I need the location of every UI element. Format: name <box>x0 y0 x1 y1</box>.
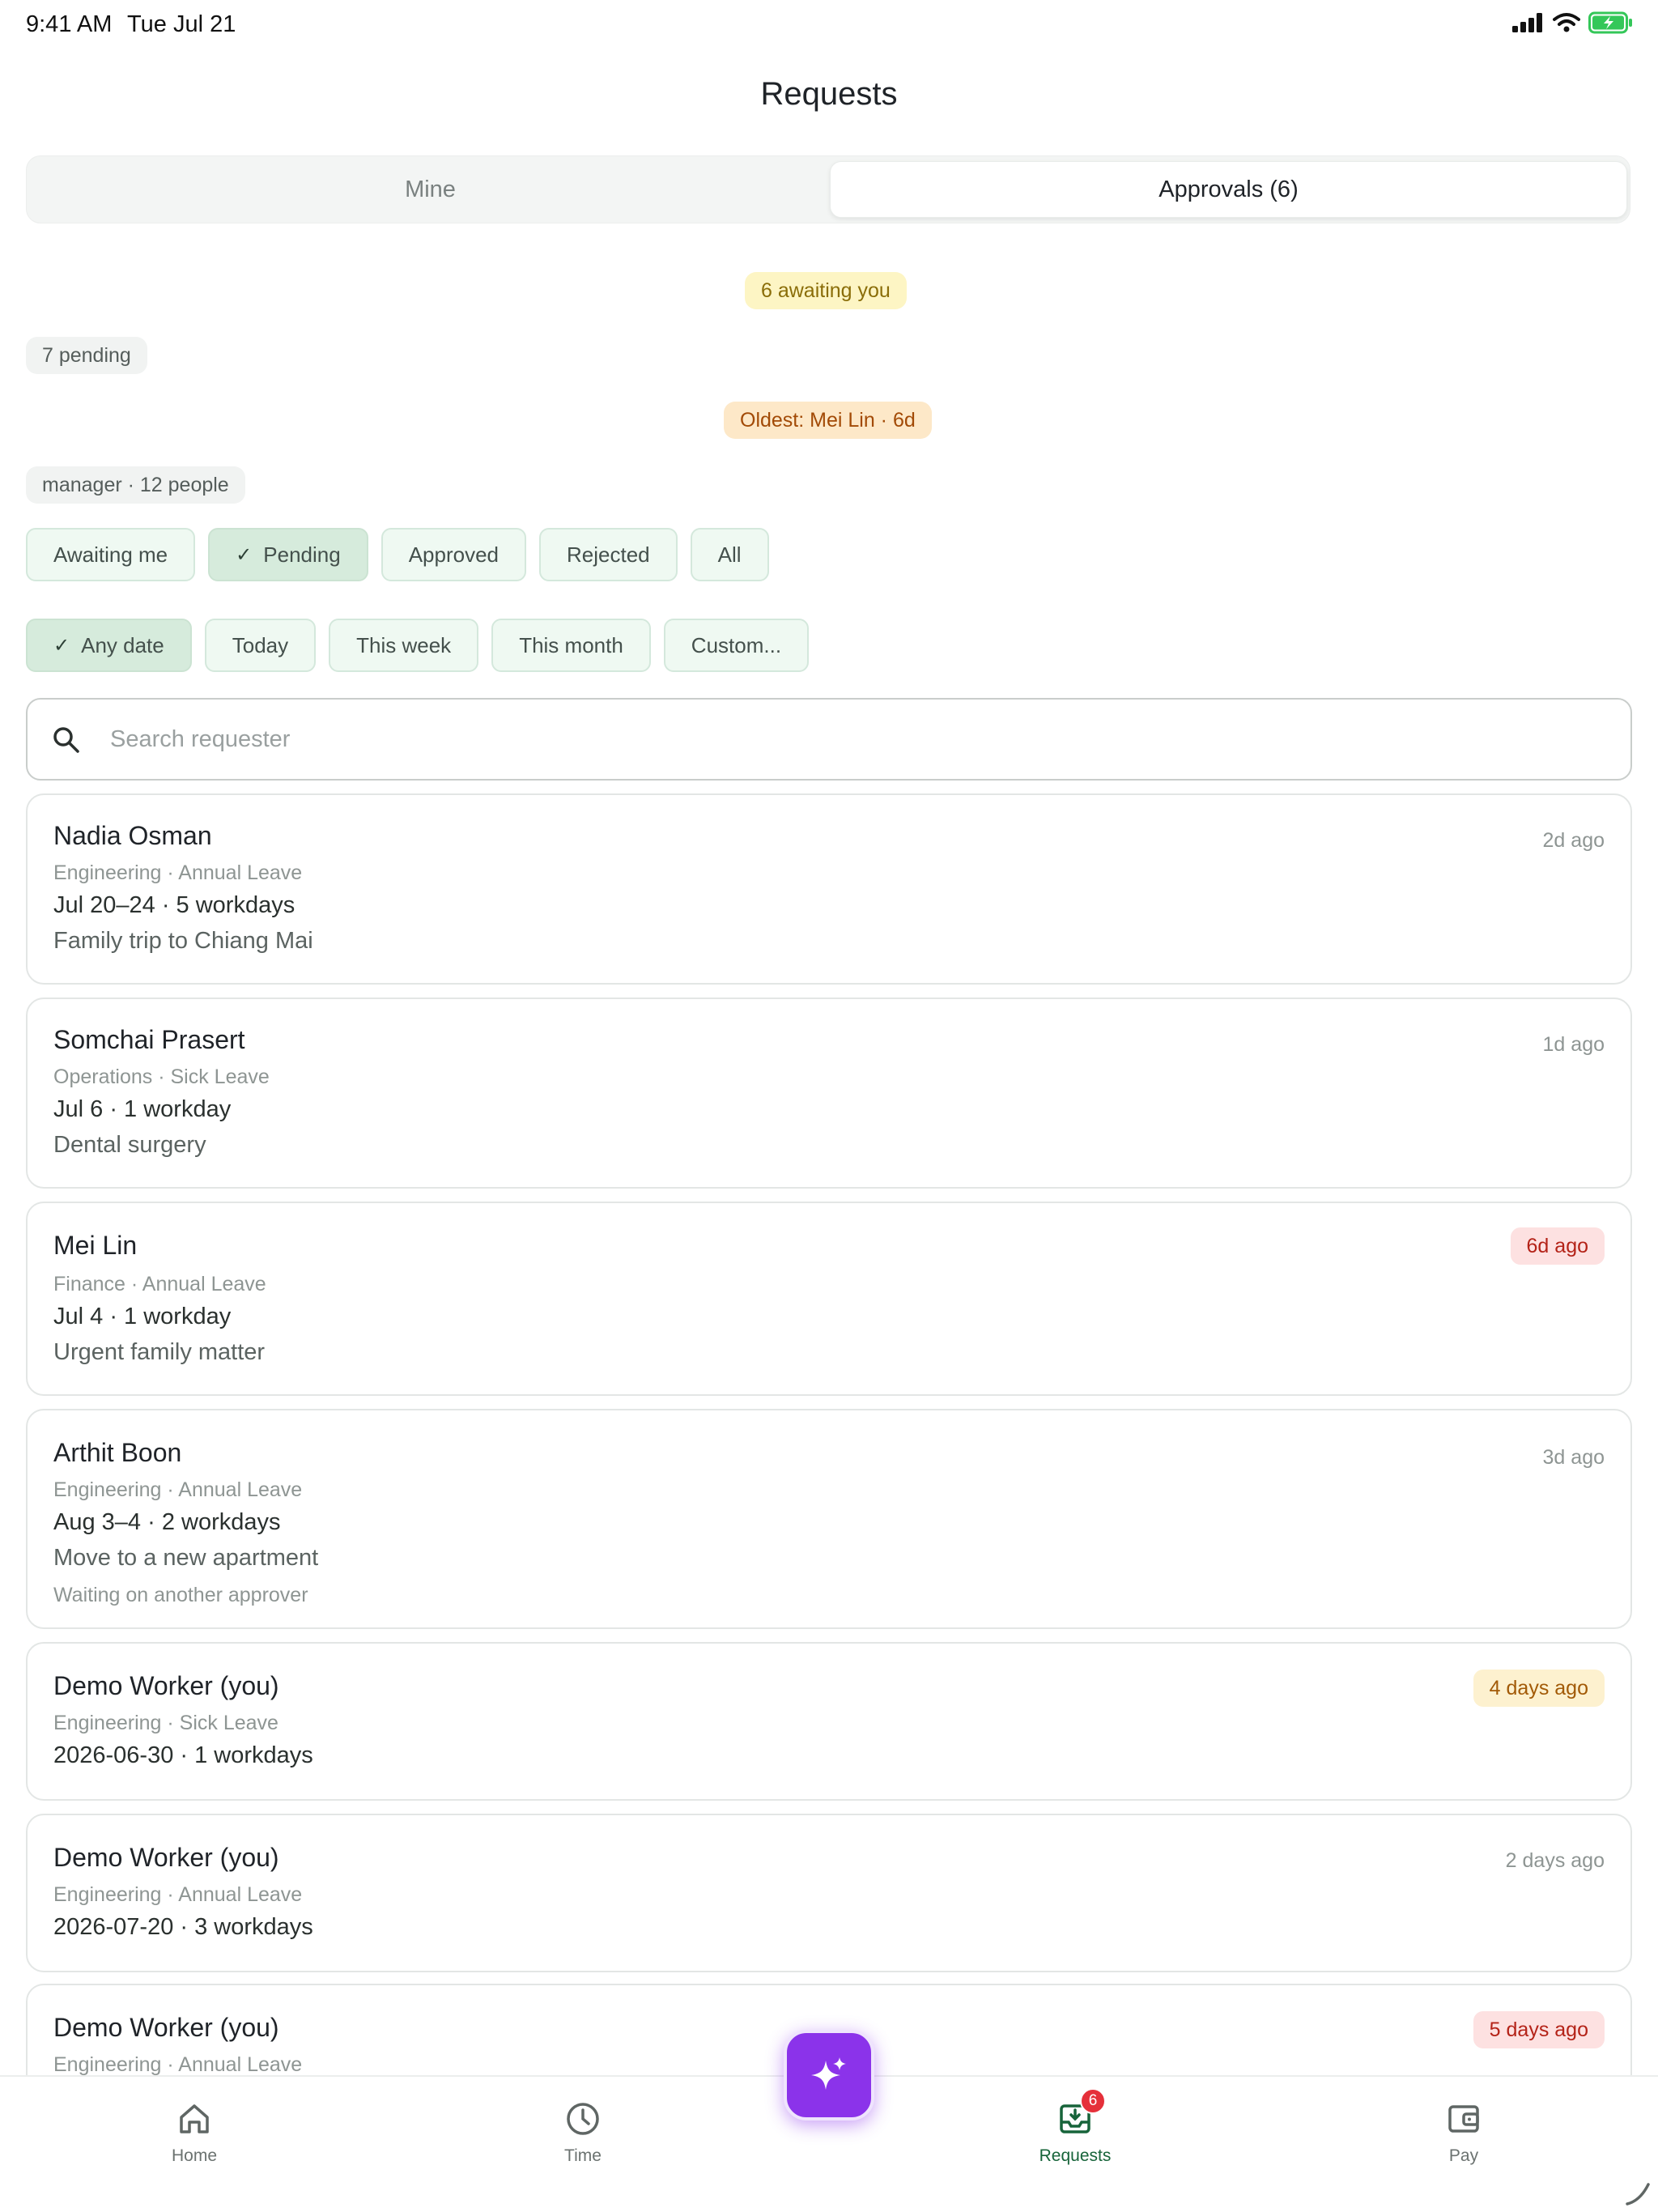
request-list: Nadia Osman Engineering · Annual Leave J… <box>26 793 1632 2076</box>
request-dates: Jul 6 · 1 workday <box>53 1096 232 1122</box>
request-card[interactable]: Mei Lin Finance · Annual Leave Jul 4 · 1… <box>26 1202 1632 1396</box>
request-age: 1d ago <box>1542 1033 1605 1056</box>
request-card[interactable]: Nadia Osman Engineering · Annual Leave J… <box>26 793 1632 985</box>
checkmark-icon: ✓ <box>236 543 253 566</box>
search-input[interactable] <box>110 700 1567 779</box>
request-reason: Urgent family matter <box>53 1339 266 1365</box>
assistant-fab-button[interactable] <box>784 2030 874 2121</box>
oldest-request-badge: Oldest: Mei Lin · 6d <box>724 402 932 439</box>
wifi-icon <box>1553 13 1580 32</box>
chip-custom[interactable]: Custom... <box>663 619 810 672</box>
request-age-warning: 4 days ago <box>1473 1670 1605 1707</box>
nav-label: Time <box>564 2146 602 2165</box>
nav-label: Requests <box>1039 2146 1112 2165</box>
status-bar: 9:41 AM Tue Jul 21 <box>0 0 1658 50</box>
department-leave-type: Engineering · Annual Leave <box>53 2053 303 2076</box>
requester-name: Nadia Osman <box>53 821 212 850</box>
clock-icon <box>567 2103 599 2135</box>
requester-name: Demo Worker (you) <box>53 2013 279 2042</box>
request-age: 2 days ago <box>1505 1849 1605 1872</box>
status-date: Tue Jul 21 <box>127 11 236 37</box>
nav-pay[interactable]: Pay <box>1383 2099 1545 2166</box>
pending-count-badge: 7 pending <box>26 337 147 374</box>
requester-name: Demo Worker (you) <box>53 1671 279 1700</box>
nav-home[interactable]: Home <box>113 2099 275 2166</box>
cellular-signal-icon <box>1512 13 1542 32</box>
segmented-tabs: Mine Approvals (6) <box>26 155 1630 223</box>
request-dates: 2026-06-30 · 1 workdays <box>53 1742 313 1768</box>
chip-this-month[interactable]: This month <box>491 619 651 672</box>
request-card[interactable]: Arthit Boon Engineering · Annual Leave A… <box>26 1409 1632 1629</box>
chip-any-date[interactable]: ✓ Any date <box>26 619 192 672</box>
request-age: 2d ago <box>1542 829 1605 852</box>
request-age-overdue: 5 days ago <box>1473 2011 1605 2048</box>
sparkle-icon <box>811 2057 846 2090</box>
requester-name: Arthit Boon <box>53 1438 182 1467</box>
awaiting-badge: 6 awaiting you <box>745 272 907 309</box>
chip-label: Approved <box>408 542 499 567</box>
nav-label: Pay <box>1448 2146 1479 2165</box>
nav-requests[interactable]: 6 Requests <box>994 2088 1156 2166</box>
department-leave-type: Operations · Sick Leave <box>53 1066 270 1088</box>
department-leave-type: Engineering · Annual Leave <box>53 1478 303 1501</box>
status-time: 9:41 AM <box>26 11 113 37</box>
request-card[interactable]: Demo Worker (you) Engineering · Sick Lea… <box>26 1642 1632 1801</box>
department-leave-type: Engineering · Annual Leave <box>53 861 303 884</box>
tab-approvals[interactable]: Approvals (6) <box>830 161 1627 218</box>
status-icons <box>1512 11 1634 34</box>
chip-label: Rejected <box>567 542 650 567</box>
chip-rejected[interactable]: Rejected <box>539 528 678 581</box>
requester-name: Demo Worker (you) <box>53 1843 279 1872</box>
requester-name: Mei Lin <box>53 1231 138 1260</box>
chip-label: Custom... <box>691 632 782 657</box>
wallet-icon <box>1448 2105 1479 2133</box>
request-card[interactable]: Demo Worker (you) Engineering · Annual L… <box>26 1814 1632 1972</box>
chip-awaiting-me[interactable]: Awaiting me <box>26 528 196 581</box>
department-leave-type: Engineering · Annual Leave <box>53 1883 303 1906</box>
status-filter-chips: Awaiting me ✓ Pending Approved Rejected A… <box>26 528 769 581</box>
chip-all[interactable]: All <box>690 528 769 581</box>
department-leave-type: Finance · Annual Leave <box>53 1273 266 1295</box>
request-age-overdue: 6d ago <box>1510 1227 1605 1265</box>
request-dates: Jul 4 · 1 workday <box>53 1304 232 1329</box>
home-icon <box>180 2104 209 2133</box>
chip-pending[interactable]: ✓ Pending <box>208 528 368 581</box>
chip-label: This week <box>356 632 452 657</box>
chip-this-week[interactable]: This week <box>329 619 479 672</box>
request-reason: Family trip to Chiang Mai <box>53 928 313 954</box>
inbox-icon-wrap: 6 <box>1056 2088 1106 2138</box>
chip-label: Awaiting me <box>53 542 168 567</box>
team-scope-badge: manager · 12 people <box>26 466 245 504</box>
tab-mine[interactable]: Mine <box>32 161 829 218</box>
request-reason: Move to a new apartment <box>53 1545 319 1571</box>
approval-note: Waiting on another approver <box>53 1584 308 1606</box>
page-title: Requests <box>760 76 898 112</box>
chip-label: Any date <box>81 632 164 657</box>
request-dates: 2026-07-20 · 3 workdays <box>53 1914 313 1940</box>
search-box <box>26 698 1632 781</box>
chip-label: All <box>717 542 742 567</box>
nav-time[interactable]: Time <box>502 2099 664 2166</box>
request-card[interactable]: Somchai Prasert Operations · Sick Leave … <box>26 998 1632 1189</box>
department-leave-type: Engineering · Sick Leave <box>53 1712 278 1734</box>
requester-name: Somchai Prasert <box>53 1025 245 1054</box>
request-dates: Jul 20–24 · 5 workdays <box>53 892 295 918</box>
date-filter-chips: ✓ Any date Today This week This month Cus… <box>26 619 810 672</box>
chip-label: Pending <box>263 542 341 567</box>
request-reason: Dental surgery <box>53 1132 206 1158</box>
requests-count-badge: 6 <box>1080 2088 1106 2114</box>
chip-today[interactable]: Today <box>204 619 317 672</box>
checkmark-icon: ✓ <box>53 634 70 657</box>
nav-label: Home <box>171 2146 218 2165</box>
chip-label: This month <box>519 632 623 657</box>
chip-label: Today <box>232 632 289 657</box>
chip-approved[interactable]: Approved <box>380 528 526 581</box>
request-dates: Aug 3–4 · 2 workdays <box>53 1509 281 1535</box>
search-icon <box>53 727 79 753</box>
resize-handle-icon <box>1626 2183 1650 2206</box>
battery-charging-icon <box>1588 11 1632 34</box>
request-age: 3d ago <box>1542 1446 1605 1469</box>
